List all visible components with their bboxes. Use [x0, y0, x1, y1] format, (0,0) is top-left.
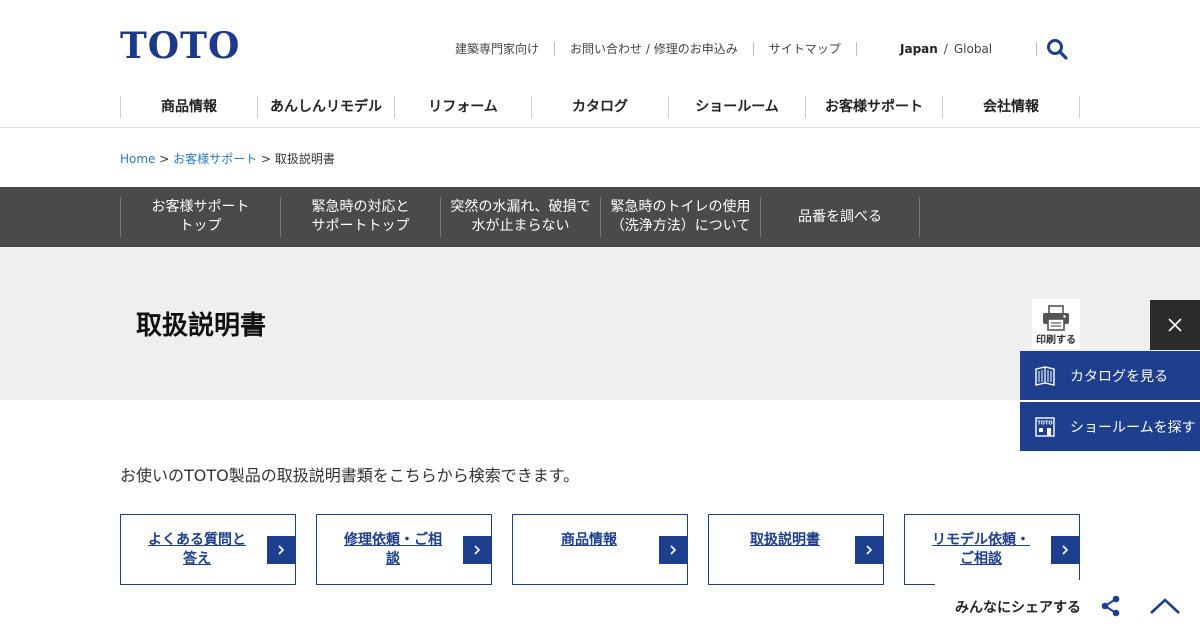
catalog-icon: [1035, 365, 1055, 386]
side-showroom-button[interactable]: TOTO ショールームを探す: [1020, 402, 1200, 451]
chevron-right-icon: [659, 536, 687, 564]
chevron-right-icon: [463, 536, 491, 564]
card-repair-request[interactable]: 修理依頼・ご相 談: [316, 514, 492, 585]
support-subnav: お客様サポート トップ 緊急時の対応と サポートトップ 突然の水漏れ、破損で 水…: [0, 187, 1200, 247]
card-label: 商品情報: [561, 532, 617, 548]
gnav-showroom[interactable]: ショールーム: [668, 96, 805, 118]
lang-separator: /: [943, 42, 948, 56]
gnav-reform[interactable]: リフォーム: [394, 96, 531, 118]
sitemap-link[interactable]: サイトマップ: [754, 42, 857, 56]
breadcrumb-separator: >: [257, 152, 275, 166]
gnav-support[interactable]: お客様サポート: [805, 96, 942, 118]
card-label: 取扱説明書: [750, 532, 820, 548]
global-nav: 商品情報 あんしんリモデル リフォーム カタログ ショールーム お客様サポート …: [120, 96, 1080, 118]
side-showroom-label: ショールームを探す: [1070, 419, 1196, 436]
showroom-building-icon: TOTO: [1035, 416, 1055, 437]
breadcrumb-support[interactable]: お客様サポート: [173, 152, 257, 166]
language-switcher: Japan / Global: [870, 40, 1038, 58]
link-cards: よくある質問と 答え 修理依頼・ご相 談 商品情報 取扱説明書 リモデル依頼・ …: [120, 514, 1080, 585]
chevron-right-icon: [855, 536, 883, 564]
subnav-toilet-emergency[interactable]: 緊急時のトイレの使用 （洗浄方法）について: [600, 197, 760, 237]
professional-link[interactable]: 建築専門家向け: [440, 42, 556, 56]
share-label: みんなにシェアする: [955, 600, 1081, 616]
site-header: TOTO 建築専門家向け お問い合わせ / 修理のお申込み サイトマップ Jap…: [0, 0, 1200, 128]
contact-link[interactable]: お問い合わせ / 修理のお申込み: [555, 42, 754, 56]
page-title: 取扱説明書: [136, 311, 267, 341]
lang-global[interactable]: Global: [954, 42, 1038, 56]
card-faq[interactable]: よくある質問と 答え: [120, 514, 296, 585]
close-icon: [1168, 318, 1182, 332]
side-close-button[interactable]: [1150, 300, 1200, 350]
side-catalog-button[interactable]: カタログを見る: [1020, 351, 1200, 400]
intro-text: お使いのTOTO製品の取扱説明書類をこちらから検索できます。: [120, 466, 580, 485]
subnav-emergency[interactable]: 緊急時の対応と サポートトップ: [280, 197, 440, 237]
card-label: リモデル依頼・ ご相談: [932, 532, 1030, 567]
print-label: 印刷する: [1036, 335, 1076, 346]
gnav-products[interactable]: 商品情報: [120, 96, 257, 118]
utility-links: 建築専門家向け お問い合わせ / 修理のお申込み サイトマップ: [440, 40, 857, 58]
subnav-support-top[interactable]: お客様サポート トップ: [120, 197, 280, 237]
side-catalog-label: カタログを見る: [1070, 368, 1168, 385]
gnav-company[interactable]: 会社情報: [942, 96, 1080, 118]
back-to-top-chevron-up-icon[interactable]: [1149, 596, 1181, 616]
card-remodel-request[interactable]: リモデル依頼・ ご相談: [904, 514, 1080, 585]
lang-japan[interactable]: Japan: [870, 42, 938, 56]
showroom-badge: TOTO: [1037, 420, 1052, 426]
subnav-find-part-number[interactable]: 品番を調べる: [760, 197, 920, 237]
toto-logo[interactable]: TOTO: [120, 28, 240, 64]
gnav-catalog[interactable]: カタログ: [531, 96, 668, 118]
subnav-water-leak[interactable]: 突然の水漏れ、破損で 水が止まらない: [440, 197, 600, 237]
gnav-anshin-remodel[interactable]: あんしんリモデル: [257, 96, 394, 118]
card-label: よくある質問と 答え: [148, 532, 246, 567]
card-manuals[interactable]: 取扱説明書: [708, 514, 884, 585]
card-label: 修理依頼・ご相 談: [344, 532, 442, 567]
share-bar: みんなにシェアする: [935, 580, 1200, 630]
printer-icon: [1043, 305, 1069, 331]
breadcrumb-current: 取扱説明書: [274, 152, 335, 166]
share-icon[interactable]: [1101, 595, 1121, 617]
breadcrumb-separator: >: [155, 152, 174, 166]
card-products[interactable]: 商品情報: [512, 514, 688, 585]
print-button[interactable]: 印刷する: [1032, 299, 1080, 349]
breadcrumb: Home > お客様サポート > 取扱説明書: [120, 150, 335, 167]
chevron-right-icon: [1051, 536, 1079, 564]
search-icon[interactable]: [1046, 38, 1068, 60]
breadcrumb-home[interactable]: Home: [120, 152, 155, 166]
chevron-right-icon: [267, 536, 295, 564]
